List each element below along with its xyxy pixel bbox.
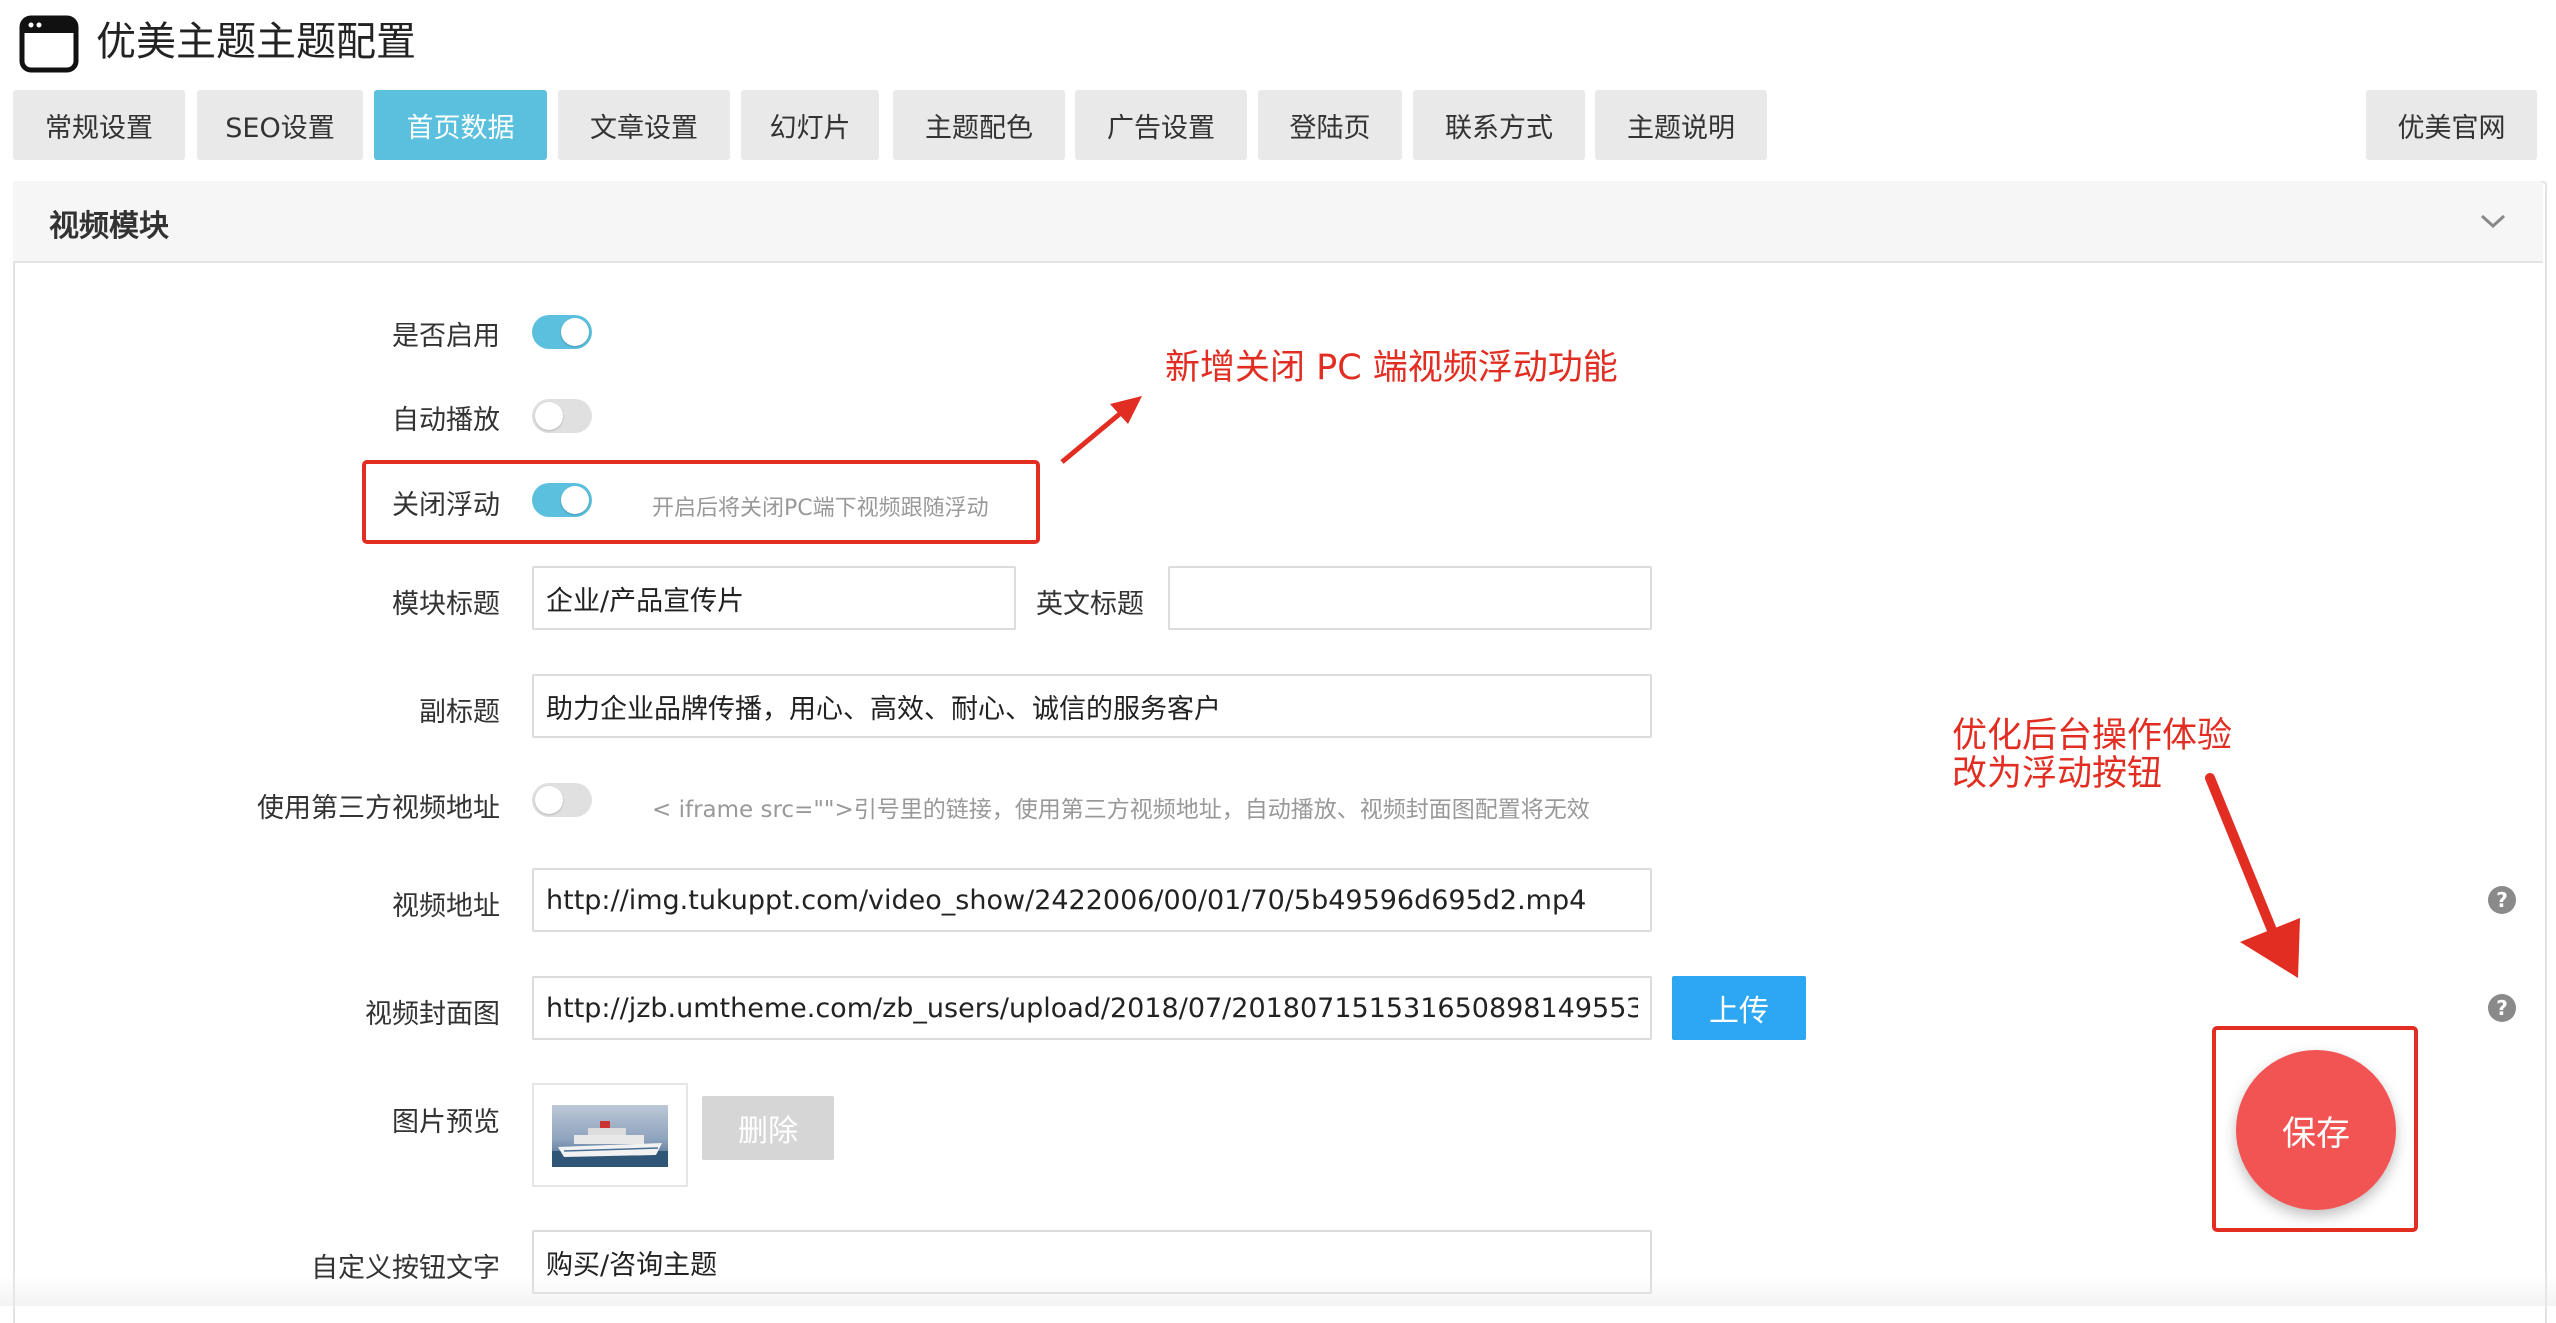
page-title: 优美主题主题配置 <box>96 19 416 65</box>
tab-theme-color[interactable]: 主题配色 <box>893 90 1065 160</box>
question-circle-icon[interactable]: ? <box>2488 886 2516 914</box>
tab-login-page[interactable]: 登陆页 <box>1258 90 1402 160</box>
third-party-label: 使用第三方视频地址 <box>257 793 500 824</box>
tab-article[interactable]: 文章设置 <box>558 90 730 160</box>
float-feature-note: 新增关闭 PC 端视频浮动功能 <box>1165 348 1618 388</box>
tab-ads[interactable]: 广告设置 <box>1075 90 1247 160</box>
official-site-button[interactable]: 优美官网 <box>2366 90 2537 160</box>
delete-button[interactable]: 删除 <box>702 1096 834 1160</box>
third-party-toggle[interactable] <box>532 783 592 817</box>
cruise-ship-thumbnail <box>552 1105 668 1167</box>
panel-header[interactable] <box>13 181 2543 263</box>
autoplay-label: 自动播放 <box>392 405 500 436</box>
arrow-up-right-icon <box>1060 396 1142 464</box>
upload-button[interactable]: 上传 <box>1672 976 1806 1040</box>
enable-label: 是否启用 <box>392 321 500 352</box>
video-url-input[interactable] <box>532 868 1652 932</box>
english-title-label: 英文标题 <box>1036 589 1144 620</box>
close-float-highlight-box <box>362 460 1040 544</box>
subtitle-label: 副标题 <box>419 697 500 728</box>
save-note-line1: 优化后台操作体验 <box>1952 716 2233 756</box>
tab-homepage-data[interactable]: 首页数据 <box>374 90 547 160</box>
video-url-label: 视频地址 <box>392 891 500 922</box>
cover-url-input[interactable] <box>532 976 1652 1040</box>
browser-window-icon <box>19 15 79 73</box>
save-note-line2: 改为浮动按钮 <box>1952 754 2163 794</box>
chevron-down-icon[interactable] <box>2478 210 2508 232</box>
tab-slideshow[interactable]: 幻灯片 <box>741 90 879 160</box>
tab-seo[interactable]: SEO设置 <box>197 90 363 160</box>
tab-theme-help[interactable]: 主题说明 <box>1595 90 1767 160</box>
panel-title: 视频模块 <box>49 209 169 244</box>
subtitle-input[interactable] <box>532 674 1652 738</box>
enable-toggle[interactable] <box>532 315 592 349</box>
preview-label: 图片预览 <box>392 1107 500 1138</box>
tab-general[interactable]: 常规设置 <box>13 90 185 160</box>
autoplay-toggle[interactable] <box>532 399 592 433</box>
save-button-highlight-box <box>2212 1026 2418 1232</box>
cover-preview-image <box>532 1083 688 1187</box>
module-title-input[interactable] <box>532 566 1016 630</box>
module-title-label: 模块标题 <box>392 589 500 620</box>
tab-contact[interactable]: 联系方式 <box>1413 90 1585 160</box>
cover-label: 视频封面图 <box>365 999 500 1030</box>
third-party-hint: < iframe src="">引号里的链接，使用第三方视频地址，自动播放、视频… <box>652 797 1590 823</box>
question-circle-icon[interactable]: ? <box>2488 994 2516 1022</box>
arrow-down-icon <box>2205 773 2300 978</box>
bottom-shadow <box>0 1276 2556 1306</box>
english-title-input[interactable] <box>1168 566 1652 630</box>
